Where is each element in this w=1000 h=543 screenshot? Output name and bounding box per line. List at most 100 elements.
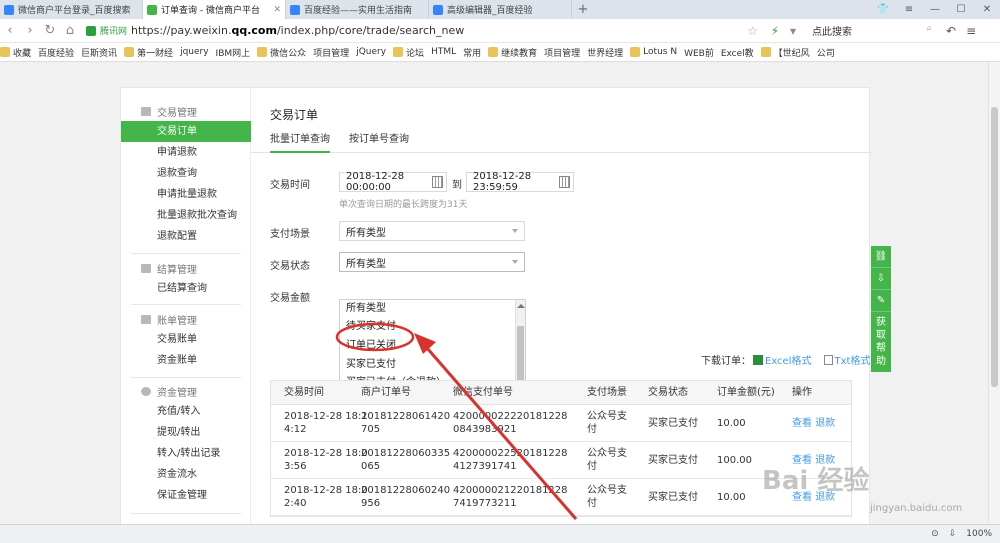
bookmark-item[interactable]: 公司	[817, 46, 835, 59]
bookmark-item[interactable]: 项目管理	[313, 46, 349, 59]
home-icon[interactable]: ⌂	[60, 23, 80, 38]
browser-tab[interactable]: 高级编辑器_百度经验	[429, 0, 572, 19]
minimize-icon[interactable]: —	[922, 4, 948, 15]
end-time-input[interactable]: 2018-12-28 23:59:59	[466, 171, 574, 193]
menu-icon[interactable]: ≡	[896, 4, 922, 15]
sidebar-item-refund-config[interactable]: 退款配置	[121, 226, 251, 247]
bookmark-item[interactable]: 百度经验	[38, 46, 74, 59]
status-icon[interactable]: ⊙	[931, 529, 939, 539]
address-bar[interactable]: 腾讯网 https://pay.weixin.qq.com/index.php/…	[86, 21, 758, 41]
close-window-icon[interactable]: ✕	[974, 4, 1000, 15]
bookmark-item[interactable]: 巨斯资讯	[81, 46, 117, 59]
sidebar-item-trade-bill[interactable]: 交易账单	[121, 329, 251, 350]
lightning-icon[interactable]: ⚡	[766, 24, 784, 38]
sidebar-item-refund-query[interactable]: 退款查询	[121, 163, 251, 184]
bookmark-item[interactable]: 收藏	[0, 46, 31, 59]
sidebar-item-transfer-records[interactable]: 转入/转出记录	[121, 443, 251, 464]
new-tab-button[interactable]: +	[572, 0, 594, 19]
sidebar-item-recharge[interactable]: 充值/转入	[121, 401, 251, 422]
bookmark-item[interactable]: WEB前	[684, 46, 714, 59]
bookmark-label: 百度经验	[38, 48, 75, 59]
tab-title: 微信商户平台登录_百度搜索	[18, 6, 131, 16]
folder-icon	[760, 47, 771, 57]
txt-download-link[interactable]: Txt格式	[814, 352, 870, 367]
pay-scene-select[interactable]: 所有类型	[339, 221, 525, 241]
excel-icon	[753, 354, 763, 365]
sidebar-item-deposit[interactable]: 保证金管理	[121, 485, 251, 506]
scrollbar-thumb[interactable]	[517, 326, 524, 381]
get-help-button[interactable]: 获取帮助	[871, 312, 891, 372]
bookmark-item[interactable]: IBM网上	[216, 46, 251, 59]
bookmark-item[interactable]: Lotus N	[630, 47, 677, 57]
sidebar-item-apply-refund[interactable]: 申请退款	[121, 142, 251, 163]
menu-icon[interactable]: ≡	[966, 24, 976, 38]
bookmark-label: 微信公众	[270, 48, 307, 59]
page-scrollbar[interactable]	[988, 62, 1000, 524]
forward-icon[interactable]: ›	[20, 23, 40, 38]
bookmark-item[interactable]: HTML	[431, 47, 456, 57]
search-icon[interactable]: ⌕	[926, 23, 932, 38]
cell-merchant-order: 20181228060240956	[361, 485, 451, 509]
folder-icon	[0, 47, 10, 57]
bookmark-item[interactable]: 世界经理	[587, 46, 623, 59]
bookmark-item[interactable]: jQuery	[356, 47, 386, 57]
time-hint: 单次查询日期的最长跨度为31天	[339, 200, 468, 210]
start-time-input[interactable]: 2018-12-28 00:00:00	[339, 171, 447, 193]
calendar-icon[interactable]	[559, 176, 570, 188]
bookmark-item[interactable]: 【世纪风	[760, 46, 810, 59]
pay-scene-value: 所有类型	[346, 227, 386, 239]
sidebar-item-batch-refund-query[interactable]: 批量退款批次查询	[121, 205, 251, 226]
bookmark-item[interactable]: 第一财经	[124, 46, 173, 59]
excel-download-link[interactable]: Excel格式	[753, 352, 812, 367]
dropdown-option-pending[interactable]: 待买家支付	[346, 318, 396, 336]
dropdown-option-all[interactable]: 所有类型	[346, 300, 386, 318]
search-box[interactable]: 点此搜索 ⌕	[812, 23, 932, 38]
back-icon[interactable]: ‹	[0, 23, 20, 38]
edit-icon[interactable]: ✎	[871, 290, 891, 312]
bookmark-item[interactable]: 论坛	[393, 46, 424, 59]
sidebar-item-fund-bill[interactable]: 资金账单	[121, 350, 251, 371]
bookmark-item[interactable]: 项目管理	[544, 46, 580, 59]
secure-lock-icon	[86, 25, 96, 36]
scrollbar-thumb[interactable]	[991, 107, 998, 387]
dropdown-option-closed[interactable]: 订单已关闭	[346, 337, 396, 355]
chevron-down-icon[interactable]: ▾	[784, 24, 802, 38]
folder-icon	[257, 47, 268, 57]
browser-tab[interactable]: 百度经验——实用生活指南	[286, 0, 429, 19]
close-tab-icon[interactable]: ✕	[273, 5, 281, 15]
bookmark-item[interactable]: jquery	[180, 47, 208, 57]
sidebar-item-settled-query[interactable]: 已结算查询	[121, 278, 251, 299]
tab-batch-query[interactable]: 批量订单查询	[270, 128, 330, 153]
maximize-icon[interactable]: ☐	[948, 4, 974, 15]
dropdown-option-paid[interactable]: 买家已支付	[346, 356, 396, 374]
bookmark-item[interactable]: Excel教	[721, 46, 754, 59]
refresh-icon[interactable]: ↻	[40, 23, 60, 38]
scroll-up-icon[interactable]	[517, 304, 525, 308]
bookmark-item[interactable]: 常用	[463, 46, 481, 59]
download-icon[interactable]: ⇩	[871, 268, 891, 290]
browser-tab-active[interactable]: 订单查询 - 微信商户平台 ✕	[143, 0, 286, 19]
bookmark-label: 常用	[463, 48, 482, 59]
tab-order-number-query[interactable]: 按订单号查询	[349, 128, 409, 153]
bookmark-label: 世界经理	[587, 48, 624, 59]
folder-icon	[124, 47, 135, 57]
group-title: 账单管理	[157, 315, 197, 327]
sidebar-item-batch-refund[interactable]: 申请批量退款	[121, 184, 251, 205]
bookmark-label: 继续教育	[501, 48, 538, 59]
sidebar-item-trade-orders[interactable]: 交易订单	[121, 121, 251, 142]
bookmark-item[interactable]: 微信公众	[257, 46, 306, 59]
bookmark-item[interactable]: 继续教育	[488, 46, 537, 59]
zoom-level[interactable]: 100%	[966, 529, 992, 539]
calendar-icon[interactable]	[432, 176, 443, 188]
sidebar-item-fund-flow[interactable]: 资金流水	[121, 464, 251, 485]
link-icon[interactable]: ⛓	[871, 246, 891, 268]
bookmark-star-icon[interactable]: ☆	[747, 24, 758, 38]
sidebar-item-withdraw[interactable]: 提现/转出	[121, 422, 251, 443]
trade-status-select[interactable]: 所有类型	[339, 252, 525, 272]
browser-tab[interactable]: 微信商户平台登录_百度搜索	[0, 0, 143, 19]
refund-link[interactable]: 退款	[815, 418, 835, 429]
skin-icon[interactable]: 👕	[870, 4, 896, 15]
download-status-icon[interactable]: ⇩	[949, 529, 957, 539]
view-link[interactable]: 查看	[792, 418, 812, 429]
undo-icon[interactable]: ↶	[946, 24, 956, 38]
